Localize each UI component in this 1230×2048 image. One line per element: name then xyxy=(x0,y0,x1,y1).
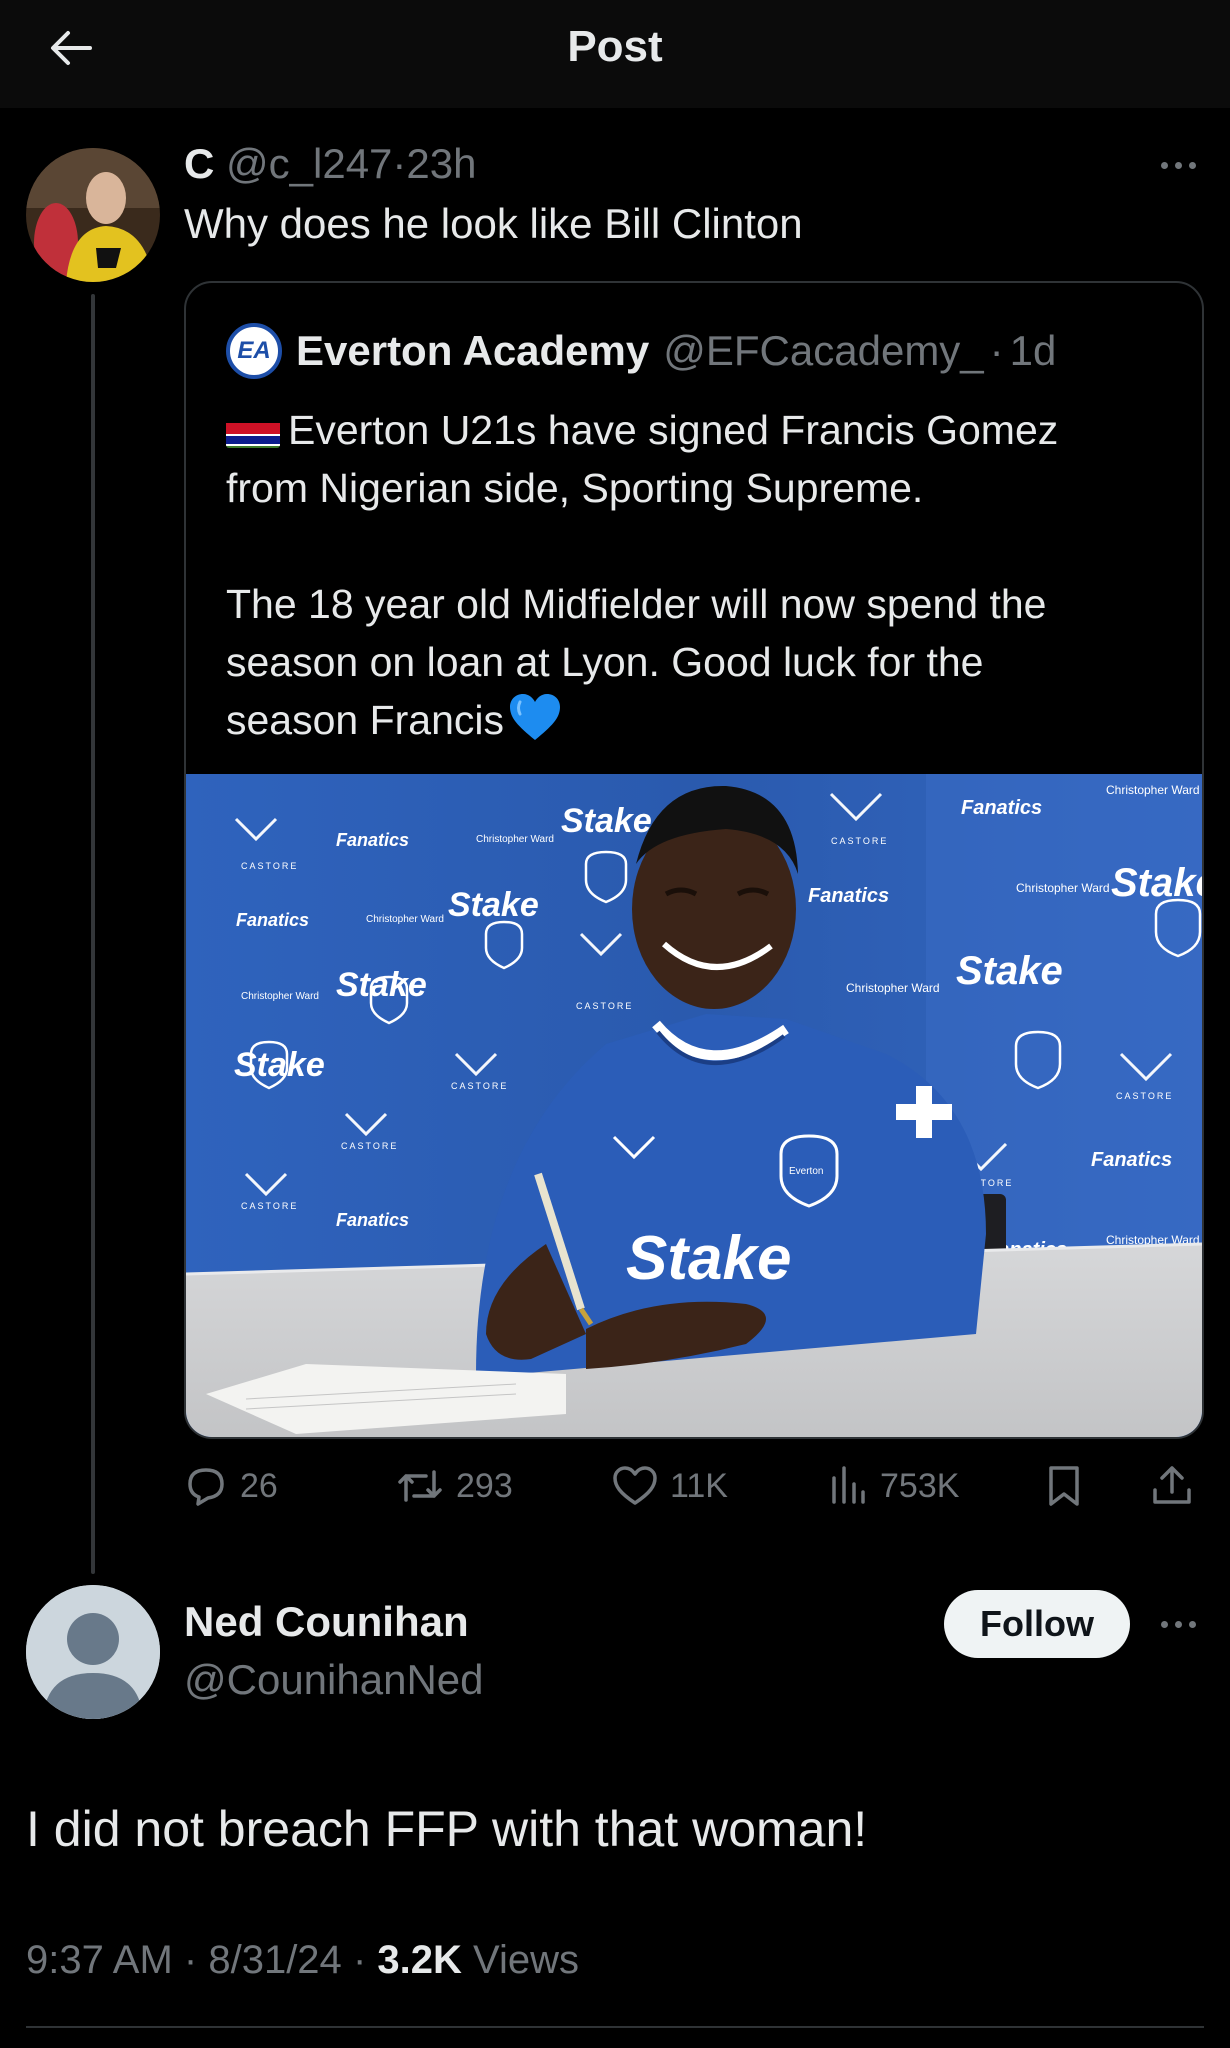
post-author-handle[interactable]: @CounihanNed xyxy=(184,1656,484,1704)
top-bar: Post xyxy=(0,0,1230,108)
svg-text:Fanatics: Fanatics xyxy=(236,910,309,930)
svg-text:CASTORE: CASTORE xyxy=(831,836,888,846)
svg-text:Fanatics: Fanatics xyxy=(1091,1149,1172,1171)
more-options-button[interactable] xyxy=(1148,145,1208,185)
svg-text:CASTORE: CASTORE xyxy=(341,1141,398,1151)
post-time[interactable]: 9:37 AM xyxy=(26,1938,173,1982)
signing-photo-image: Stake Stake Stake Stake Stake Stake Fana… xyxy=(186,774,1202,1437)
reply-author-name[interactable]: C xyxy=(184,140,214,187)
more-icon xyxy=(1160,161,1168,169)
views-button[interactable]: 753K xyxy=(828,1456,959,1516)
svg-text:CASTORE: CASTORE xyxy=(241,861,298,871)
svg-text:Christopher Ward: Christopher Ward xyxy=(366,914,444,925)
default-avatar-icon xyxy=(26,1585,160,1719)
post-text: I did not breach FFP with that woman! xyxy=(26,1801,868,1857)
more-icon xyxy=(1160,1620,1168,1628)
bookmark-icon xyxy=(1049,1466,1079,1506)
share-icon xyxy=(1153,1466,1191,1504)
quoted-tweet[interactable]: EA Everton Academy @EFCacademy_ · 1d Evert… xyxy=(184,281,1204,1439)
reply-button[interactable]: 26 xyxy=(184,1456,278,1516)
reply-icon xyxy=(188,1468,224,1506)
heart-icon xyxy=(613,1466,657,1505)
svg-text:Stake: Stake xyxy=(561,802,652,840)
avatar[interactable] xyxy=(26,1585,160,1719)
svg-text:Stake: Stake xyxy=(626,1224,791,1293)
blue-heart-icon xyxy=(508,692,562,757)
reply-header: C @c_l247·23h xyxy=(184,140,477,188)
repost-count: 293 xyxy=(456,1466,513,1505)
separator-dot: · xyxy=(989,327,1004,374)
action-bar: 26 293 11K 753K xyxy=(184,1456,1204,1516)
quote-time: 1d xyxy=(1009,327,1057,374)
svg-text:Fanatics: Fanatics xyxy=(961,797,1042,819)
svg-text:CASTORE: CASTORE xyxy=(576,1001,633,1011)
svg-text:Everton: Everton xyxy=(789,1166,823,1177)
bookmark-button[interactable] xyxy=(1046,1456,1082,1516)
avatar-photo xyxy=(26,148,160,282)
reply-count: 26 xyxy=(240,1466,278,1505)
separator-dot: · xyxy=(352,1938,367,1982)
svg-text:Fanatics: Fanatics xyxy=(336,1210,409,1230)
everton-academy-logo: EA xyxy=(226,323,282,379)
quote-author-handle[interactable]: @EFCacademy_ xyxy=(663,327,983,375)
quote-line-2: from Nigerian side, Sporting Supreme. xyxy=(226,465,924,511)
svg-text:Christopher Ward: Christopher Ward xyxy=(1016,881,1110,895)
signing-photo[interactable]: Stake Stake Stake Stake Stake Stake Fana… xyxy=(186,774,1202,1437)
separator-dot: · xyxy=(183,1938,198,1982)
like-button[interactable]: 11K xyxy=(612,1456,728,1516)
page-title: Post xyxy=(567,22,663,71)
svg-text:CASTORE: CASTORE xyxy=(451,1081,508,1091)
quote-line-3: The 18 year old Midfielder will now spen… xyxy=(226,581,1047,627)
svg-text:Christopher Ward: Christopher Ward xyxy=(241,991,319,1002)
post-author-name[interactable]: Ned Counihan xyxy=(184,1598,469,1646)
reply-author-handle[interactable]: @c_l247 xyxy=(226,140,392,187)
repost-icon xyxy=(398,1470,442,1502)
reply-time[interactable]: 23h xyxy=(406,140,476,187)
quote-line-4: season on loan at Lyon. Good luck for th… xyxy=(226,639,984,685)
thread-line xyxy=(91,294,95,1574)
analytics-icon xyxy=(832,1466,865,1504)
avatar[interactable] xyxy=(26,148,160,282)
svg-text:Stake: Stake xyxy=(234,1046,325,1084)
quote-author-name[interactable]: Everton Academy xyxy=(296,327,649,375)
follow-button[interactable]: Follow xyxy=(944,1590,1130,1658)
separator-dot: · xyxy=(392,140,407,187)
repost-button[interactable]: 293 xyxy=(396,1456,513,1516)
reply-text: Why does he look like Bill Clinton xyxy=(184,200,803,247)
view-count: 753K xyxy=(880,1466,960,1505)
like-count: 11K xyxy=(670,1466,728,1505)
divider xyxy=(26,2026,1204,2028)
share-button[interactable] xyxy=(1150,1456,1194,1516)
svg-text:Stake: Stake xyxy=(448,886,539,924)
post-date[interactable]: 8/31/24 xyxy=(208,1938,341,1982)
quote-line-1: Everton U21s have signed Francis Gomez xyxy=(288,407,1059,453)
quote-line-5: season Francis xyxy=(226,697,505,743)
more-options-button[interactable] xyxy=(1148,1604,1208,1644)
gambia-flag-icon xyxy=(226,414,280,448)
svg-text:Stake: Stake xyxy=(1111,861,1202,905)
quote-header: EA Everton Academy @EFCacademy_ · 1d xyxy=(226,323,1056,379)
svg-text:Christopher Ward: Christopher Ward xyxy=(1106,783,1200,797)
quote-text: Everton U21s have signed Francis Gomez f… xyxy=(226,401,1176,757)
svg-text:Fanatics: Fanatics xyxy=(336,830,409,850)
svg-text:CASTORE: CASTORE xyxy=(1116,1091,1173,1101)
svg-text:Christopher Ward: Christopher Ward xyxy=(846,981,940,995)
post-meta: 9:37 AM · 8/31/24 · 3.2K Views xyxy=(26,1938,579,1983)
svg-text:Stake: Stake xyxy=(336,966,427,1004)
svg-text:Stake: Stake xyxy=(956,949,1063,993)
post-views-label: Views xyxy=(473,1938,579,1982)
svg-text:Fanatics: Fanatics xyxy=(808,885,889,907)
svg-text:Christopher Ward: Christopher Ward xyxy=(476,834,554,845)
post-view-count: 3.2K xyxy=(377,1938,462,1982)
svg-text:CASTORE: CASTORE xyxy=(241,1201,298,1211)
